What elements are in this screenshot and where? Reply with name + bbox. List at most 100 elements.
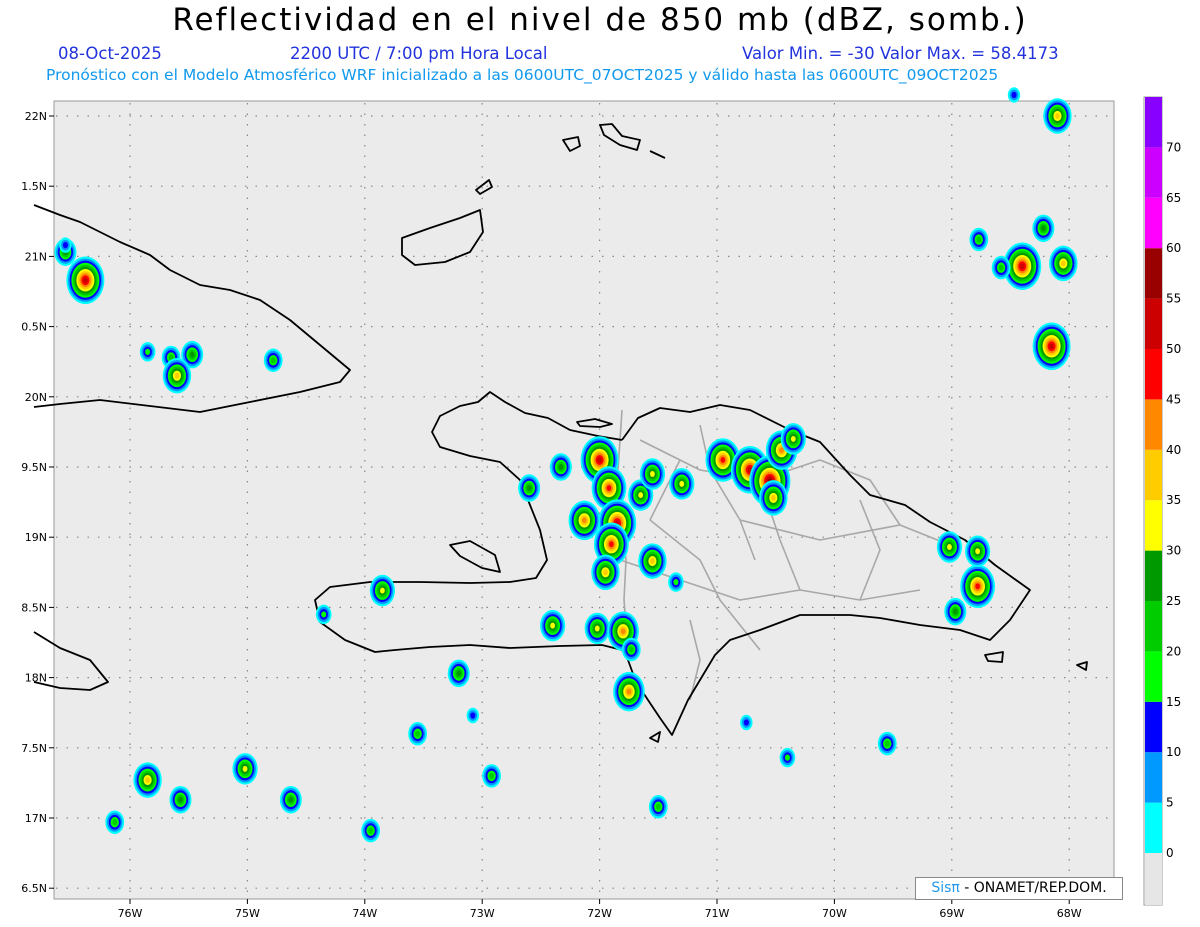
cell-contour xyxy=(1060,260,1066,267)
cell-contour xyxy=(720,457,726,463)
colorbar-label: 70 xyxy=(1166,140,1181,154)
reflectivity-cell xyxy=(549,453,572,481)
colorbar-segment xyxy=(1145,701,1162,753)
cell-contour xyxy=(638,492,644,499)
colorbar-segment xyxy=(1145,248,1162,299)
lat-label: 19N xyxy=(25,531,47,544)
colorbar-segment xyxy=(1145,449,1162,501)
cell-contour xyxy=(620,628,626,635)
colorbar-label: 50 xyxy=(1166,342,1181,356)
cell-contour xyxy=(62,241,68,249)
colorbar-segment xyxy=(1145,298,1162,349)
reflectivity-cell xyxy=(263,348,283,373)
cell-contour xyxy=(603,569,608,576)
lon-label: 69W xyxy=(939,907,964,920)
cell-contour xyxy=(112,819,118,826)
forecast-info: Pronóstico con el Modelo Atmosférico WRF… xyxy=(46,66,999,84)
reflectivity-cell xyxy=(1049,245,1078,282)
lon-label: 73W xyxy=(470,907,495,920)
reflectivity-cell xyxy=(759,480,788,516)
colorbar-segment xyxy=(1145,97,1162,148)
map-frame xyxy=(53,100,1115,900)
colorbar-label: 10 xyxy=(1166,745,1181,759)
reflectivity-cell xyxy=(638,543,667,579)
colorbar-segment xyxy=(1145,399,1162,450)
colorbar-label: 65 xyxy=(1166,191,1181,205)
reflectivity-cell xyxy=(1007,87,1021,103)
cell-contour xyxy=(650,471,655,477)
forecast-map: 76W 75W 74W 73W 72W 71W 70W 69W 68W 22N 1.5N 21N 0.5… xyxy=(21,87,1181,920)
reflectivity-cell xyxy=(279,785,302,814)
cell-contour xyxy=(368,827,374,834)
colorbar: 0 5 10 15 20 25 30 35 40 45 50 55 60 65 70 xyxy=(1143,96,1181,906)
colorbar-segment xyxy=(1145,601,1162,652)
cell-contour xyxy=(489,772,495,779)
cell-contour xyxy=(673,579,679,586)
reflectivity-cell xyxy=(669,468,695,500)
reflectivity-cell xyxy=(877,731,897,756)
reflectivity-cell xyxy=(59,237,72,253)
colorbar-label: 60 xyxy=(1166,241,1181,255)
time-label: 2200 UTC / 7:00 pm Hora Local xyxy=(290,44,548,63)
reflectivity-cell xyxy=(133,762,162,798)
cell-contour xyxy=(380,587,385,594)
sis-logo-text: Sisπ xyxy=(931,880,960,896)
reflectivity-cell xyxy=(740,714,753,731)
colorbar-label: 30 xyxy=(1166,544,1181,558)
lon-label: 68W xyxy=(1057,907,1082,920)
lat-label: 9.5N xyxy=(21,461,47,474)
reflectivity-cell xyxy=(965,535,991,567)
lon-label: 76W xyxy=(118,907,143,920)
lon-label: 75W xyxy=(235,907,260,920)
reflectivity-cell xyxy=(969,227,989,252)
colorbar-segment xyxy=(1145,651,1162,702)
reflectivity-cell xyxy=(369,574,396,607)
lon-label: 70W xyxy=(822,907,847,920)
reflectivity-cell xyxy=(315,604,332,625)
reflectivity-cell xyxy=(139,342,156,362)
reflectivity-cell xyxy=(1032,322,1071,371)
cell-contour xyxy=(189,351,195,358)
cell-contour xyxy=(321,611,327,618)
date-label: 08-Oct-2025 xyxy=(58,44,162,63)
reflectivity-cell xyxy=(518,474,541,502)
lat-label: 8.5N xyxy=(21,601,47,614)
reflectivity-cell xyxy=(991,255,1011,280)
cell-contour xyxy=(655,803,661,810)
cell-contour xyxy=(626,688,632,695)
reflectivity-cell xyxy=(162,357,192,394)
cell-contour xyxy=(242,765,248,772)
min-max-label: Valor Min. = -30 Valor Max. = 58.4173 xyxy=(742,44,1059,63)
reflectivity-cell xyxy=(668,572,684,592)
lat-label: 18N xyxy=(25,672,47,685)
cell-contour xyxy=(83,277,88,284)
lat-label: 20N xyxy=(25,391,47,404)
reflectivity-cell xyxy=(960,564,996,609)
lat-label: 6.5N xyxy=(21,882,47,895)
cell-contour xyxy=(415,730,421,737)
cell-contour xyxy=(594,625,600,632)
reflectivity-cell xyxy=(232,753,258,785)
lat-label: 7.5N xyxy=(21,742,47,755)
cell-contour xyxy=(1019,263,1025,270)
cell-contour xyxy=(743,719,749,726)
reflectivity-cell xyxy=(169,785,192,814)
cell-contour xyxy=(456,670,462,677)
lon-label: 72W xyxy=(587,907,612,920)
colorbar-label: 40 xyxy=(1166,443,1181,457)
cell-contour xyxy=(947,544,952,551)
cell-contour xyxy=(650,558,655,565)
cell-contour xyxy=(884,740,890,747)
cell-contour xyxy=(770,494,776,501)
reflectivity-cell xyxy=(584,612,610,645)
lat-label: 0.5N xyxy=(21,321,47,334)
reflectivity-cell xyxy=(408,722,428,746)
colorbar-below-range xyxy=(1145,853,1162,905)
credit-box: Sisπ - ONAMET/REP.DOM. xyxy=(915,877,1123,900)
reflectivity-cell xyxy=(944,597,967,626)
colorbar-segment xyxy=(1145,500,1162,551)
cell-contour xyxy=(174,372,180,379)
colorbar-label: 20 xyxy=(1166,644,1181,658)
cell-contour xyxy=(628,646,634,653)
cell-contour xyxy=(597,457,602,463)
